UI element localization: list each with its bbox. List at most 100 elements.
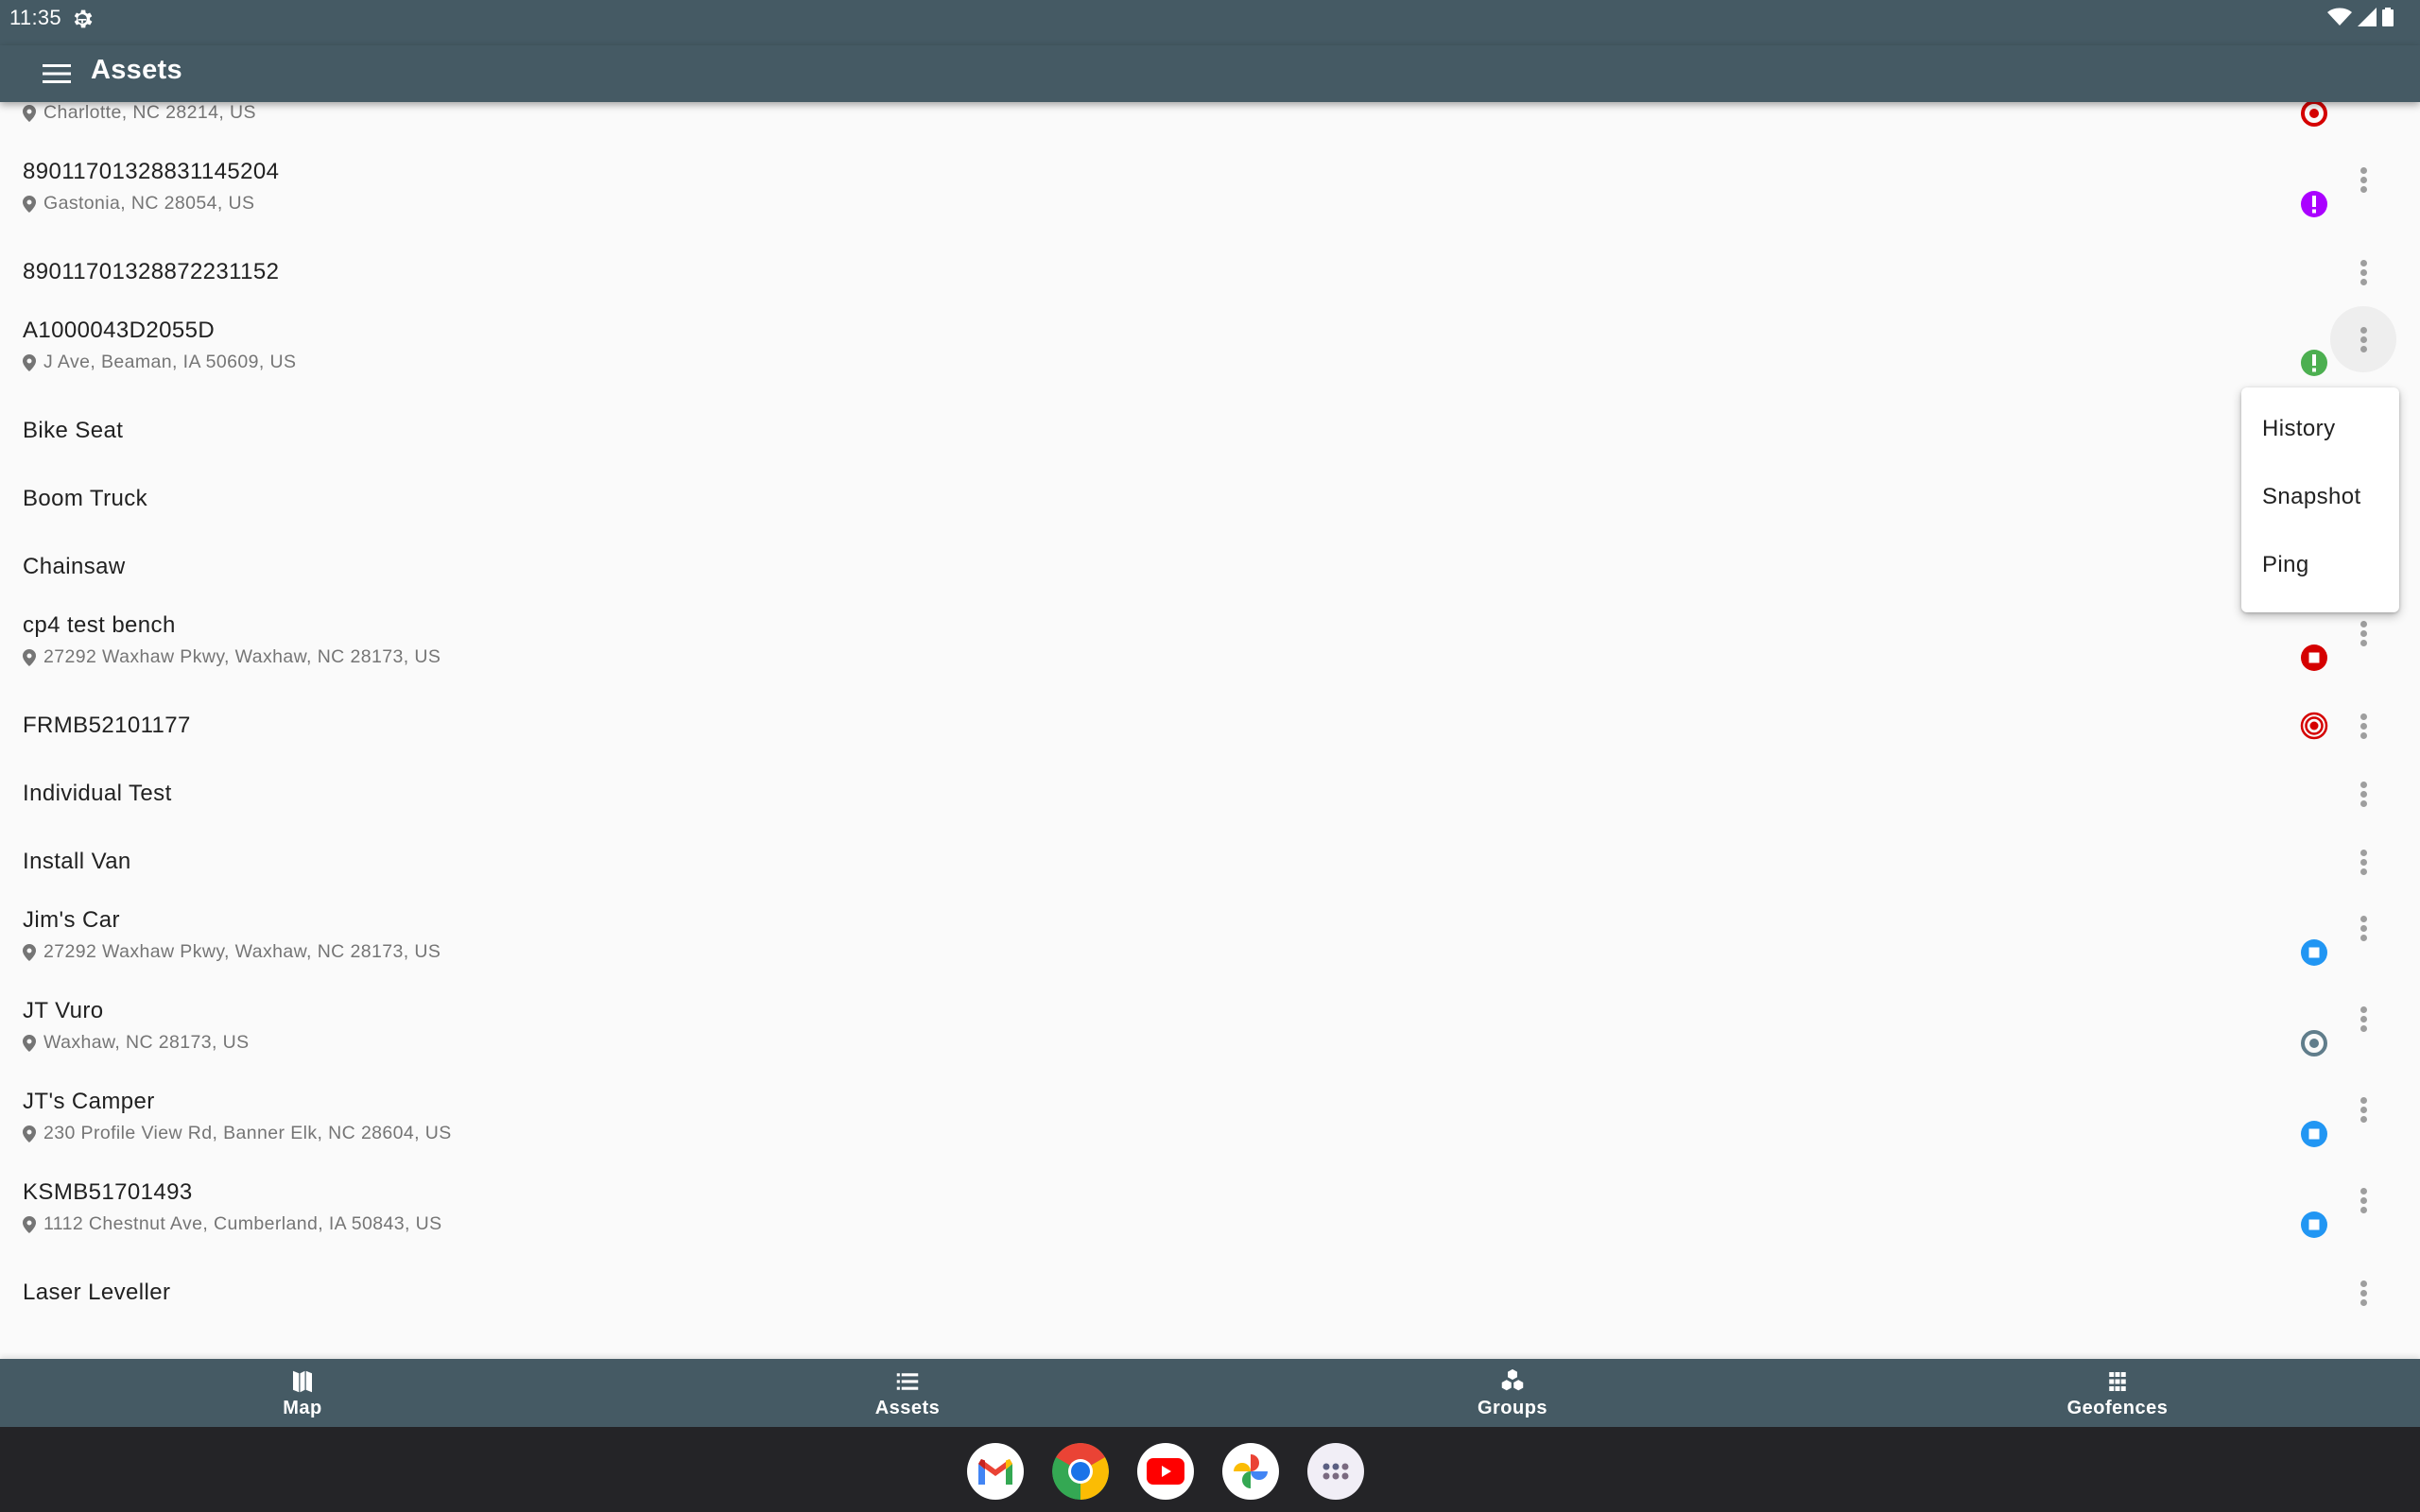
more-options-button[interactable]	[2344, 705, 2382, 747]
asset-address-text: Gastonia, NC 28054, US	[43, 193, 255, 214]
grid-icon	[2109, 1371, 2126, 1391]
hamburger-menu-icon	[43, 64, 71, 83]
asset-list-item[interactable]: Chainsaw	[0, 533, 2420, 601]
app-drawer[interactable]	[1307, 1443, 1364, 1500]
menu-item-ping[interactable]: Ping	[2241, 531, 2399, 599]
page-title: Assets	[91, 55, 182, 85]
more-options-button[interactable]	[2344, 1272, 2382, 1314]
more-options-button[interactable]	[2344, 1089, 2382, 1130]
system-dock	[0, 1427, 2420, 1512]
target-status-icon	[2301, 100, 2327, 127]
asset-name: Boom Truck	[23, 486, 148, 511]
asset-list-item[interactable]: Laser Leveller	[0, 1259, 2420, 1327]
location-pin-icon	[23, 1215, 36, 1233]
asset-list-item[interactable]: 89011701328872231152	[0, 238, 2420, 306]
location-pin-icon	[23, 104, 36, 122]
asset-name: JT's Camper	[23, 1089, 155, 1114]
asset-list-item[interactable]: Individual Test	[0, 760, 2420, 828]
settings-gear-icon	[74, 9, 93, 28]
asset-list-item[interactable]: Boom Truck	[0, 465, 2420, 533]
asset-name: 89011701328831145204	[23, 159, 280, 184]
tab-geofences-label: Geofences	[2066, 1397, 2169, 1418]
gmail-app[interactable]	[967, 1443, 1024, 1500]
tab-groups[interactable]: Groups	[1210, 1359, 1815, 1427]
tab-groups-label: Groups	[1477, 1397, 1548, 1418]
asset-list-item[interactable]: Jim's Car 27292 Waxhaw Pkwy, Waxhaw, NC 2…	[0, 896, 2420, 987]
asset-name: Jim's Car	[23, 907, 120, 933]
gmail-icon	[978, 1459, 1012, 1485]
asset-address: 230 Profile View Rd, Banner Elk, NC 2860…	[23, 1123, 452, 1144]
map-icon	[293, 1370, 312, 1392]
asset-list-item[interactable]: JT Vuro Waxhaw, NC 28173, US	[0, 987, 2420, 1077]
photos-icon	[1234, 1454, 1268, 1488]
youtube-icon	[1147, 1458, 1184, 1485]
menu-button[interactable]	[36, 57, 78, 91]
asset-list-item[interactable]: Bike Seat	[0, 397, 2420, 465]
app-bar: Assets	[0, 45, 2420, 102]
asset-list-item[interactable]: JT's Camper 230 Profile View Rd, Banner E…	[0, 1077, 2420, 1168]
more-options-button[interactable]	[2330, 306, 2396, 372]
asset-list-item[interactable]: FRMB52101177	[0, 692, 2420, 760]
stop-status-icon	[2301, 644, 2327, 671]
stop-status-icon	[2301, 1211, 2327, 1238]
youtube-app[interactable]	[1137, 1443, 1194, 1500]
tab-map-label: Map	[283, 1397, 322, 1418]
asset-address: Gastonia, NC 28054, US	[23, 193, 254, 215]
cubes-icon	[1500, 1367, 1525, 1392]
asset-name: Chainsaw	[23, 554, 126, 579]
app-drawer-icon	[1322, 1463, 1349, 1480]
tab-geofences[interactable]: Geofences	[1815, 1359, 2420, 1427]
asset-list-item[interactable]: KSMB51701493 1112 Chestnut Ave, Cumberlan…	[0, 1168, 2420, 1259]
asset-list-item[interactable]: cp4 test bench 27292 Waxhaw Pkwy, Waxhaw,…	[0, 601, 2420, 692]
cellular-signal-icon	[2358, 8, 2377, 26]
more-options-button[interactable]	[2344, 612, 2382, 654]
chrome-icon	[1052, 1443, 1109, 1500]
location-pin-icon	[23, 648, 36, 666]
more-options-button[interactable]	[2344, 251, 2382, 293]
location-pin-icon	[23, 943, 36, 961]
asset-list-item[interactable]: Install Van	[0, 828, 2420, 896]
asset-name: KSMB51701493	[23, 1179, 193, 1205]
photos-app[interactable]	[1222, 1443, 1279, 1500]
asset-name: Bike Seat	[23, 418, 124, 443]
asset-list-item[interactable]: A1000043D2055D J Ave, Beaman, IA 50609, U…	[0, 306, 2420, 397]
more-options-button[interactable]	[2344, 841, 2382, 883]
asset-address-text: 1112 Chestnut Ave, Cumberland, IA 50843,…	[43, 1213, 442, 1234]
location-pin-icon	[23, 1034, 36, 1052]
stop-status-icon	[2301, 1121, 2327, 1147]
asset-address-text: Charlotte, NC 28214, US	[43, 102, 256, 123]
location-pin-icon	[23, 353, 36, 371]
asset-address-text: J Ave, Beaman, IA 50609, US	[43, 352, 297, 372]
tab-assets[interactable]: Assets	[605, 1359, 1210, 1427]
status-time: 11:35	[9, 6, 61, 29]
asset-address: 1112 Chestnut Ave, Cumberland, IA 50843,…	[23, 1213, 442, 1235]
more-options-button[interactable]	[2344, 1179, 2382, 1221]
tab-assets-label: Assets	[874, 1397, 941, 1418]
status-bar: 11:35	[0, 0, 2420, 45]
more-options-button[interactable]	[2344, 159, 2382, 200]
menu-item-history[interactable]: History	[2241, 395, 2399, 463]
asset-address-text: 27292 Waxhaw Pkwy, Waxhaw, NC 28173, US	[43, 646, 441, 667]
chrome-app[interactable]	[1052, 1443, 1109, 1500]
asset-address: 27292 Waxhaw Pkwy, Waxhaw, NC 28173, US	[23, 941, 441, 963]
more-options-button[interactable]	[2344, 907, 2382, 949]
asset-name: FRMB52101177	[23, 713, 191, 738]
asset-name: A1000043D2055D	[23, 318, 216, 343]
asset-name: Install Van	[23, 849, 131, 874]
list-icon	[896, 1372, 919, 1390]
location-pin-icon	[23, 1125, 36, 1143]
asset-list-item[interactable]: 89011701328831145204 Gastonia, NC 28054, …	[0, 147, 2420, 238]
more-options-button[interactable]	[2344, 998, 2382, 1040]
asset-address-text: Waxhaw, NC 28173, US	[43, 1032, 250, 1053]
more-options-button[interactable]	[2344, 773, 2382, 815]
asset-name: Individual Test	[23, 781, 172, 806]
asset-name: 89011701328872231152	[23, 259, 280, 284]
target-status-icon	[2301, 1030, 2327, 1057]
menu-item-snapshot[interactable]: Snapshot	[2241, 463, 2399, 531]
bottom-navigation: Map Assets Groups Geofences	[0, 1359, 2420, 1427]
asset-context-menu: History Snapshot Ping	[2241, 387, 2399, 612]
asset-address-text: 230 Profile View Rd, Banner Elk, NC 2860…	[43, 1123, 452, 1143]
battery-icon	[2382, 8, 2394, 26]
tab-map[interactable]: Map	[0, 1359, 605, 1427]
asset-list[interactable]: 866239031761313Charlotte, NC 28214, US89…	[0, 0, 2420, 1359]
